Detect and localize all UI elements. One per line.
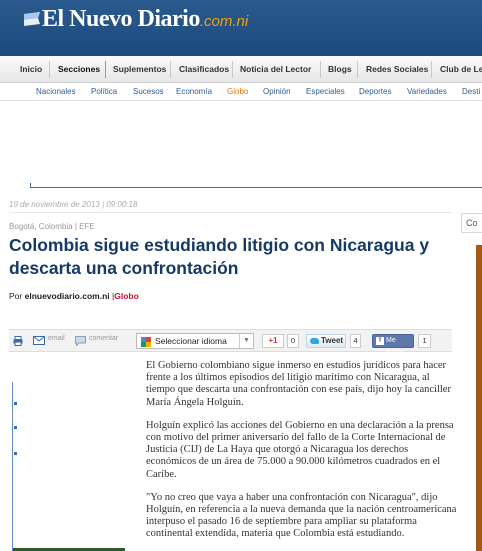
subnav-item-globo[interactable]: Globo [227, 87, 248, 96]
email-link[interactable]: email [48, 335, 65, 342]
article-image [12, 382, 125, 551]
article-dateline: Bogotá, Colombia | EFE [9, 222, 95, 231]
nav-item-blogs[interactable]: Blogs [328, 64, 352, 74]
nav-item-inicio[interactable]: Inicio [20, 64, 42, 74]
google-translate-icon [141, 337, 151, 347]
subnav-item-politica[interactable]: Política [91, 87, 117, 96]
tweet-count: 4 [350, 334, 361, 348]
subnav-item-opinion[interactable]: Opinión [263, 87, 291, 96]
article-body: El Gobierno colombiano sigue inmerso en … [146, 360, 458, 551]
like-count: 1 [418, 334, 431, 348]
site-logo[interactable]: El Nuevo Diario.com.ni [42, 6, 248, 33]
language-select[interactable]: Seleccionar idioma ▼ [136, 333, 254, 349]
ad-banner-frame [30, 183, 482, 188]
byline-prefix: Por [9, 291, 23, 301]
twitter-bird-icon [310, 338, 319, 344]
byline-section[interactable]: Globo [114, 291, 139, 301]
tweet-button[interactable]: Tweet [306, 334, 346, 348]
article-byline: Por elnuevodiario.com.ni |Globo [9, 291, 139, 301]
subnav-item-sucesos[interactable]: Sucesos [133, 87, 164, 96]
comment-link[interactable]: comentar [89, 335, 118, 342]
subnav-item-especiales[interactable]: Especiales [306, 87, 345, 96]
nav-item-clasificados[interactable]: Clasificados [179, 64, 229, 74]
article-paragraph: Holguín explicó las acciones del Gobiern… [146, 419, 454, 480]
chevron-down-icon: ▼ [239, 334, 253, 348]
article-paragraph: El Gobierno colombiano sigue inmerso en … [146, 360, 451, 408]
subnav-item-deportes[interactable]: Deportes [359, 87, 391, 96]
tweet-label: Tweet [321, 336, 344, 345]
article-title: Colombia sigue estudiando litigio con Ni… [9, 235, 430, 278]
image-marker [14, 402, 17, 405]
nav-divider [49, 61, 50, 78]
gplus-count: 0 [287, 334, 299, 348]
byline-author[interactable]: elnuevodiario.com.ni [25, 291, 110, 301]
flag-icon [24, 12, 40, 26]
nav-item-noticia-lector[interactable]: Noticia del Lector [240, 64, 311, 74]
main-nav: Inicio Secciones Suplementos Clasificado… [0, 56, 482, 83]
logo-domain: .com.ni [199, 13, 249, 30]
nav-item-club[interactable]: Club de Le [440, 64, 482, 74]
nav-divider [431, 61, 432, 78]
share-toolbar: email comentar Seleccionar idioma ▼ +1 0… [9, 329, 452, 356]
subnav-item-variedades[interactable]: Variedades [407, 87, 447, 96]
divider [9, 212, 452, 213]
subnav-item-nacionales[interactable]: Nacionales [36, 87, 76, 96]
logo-text: El Nuevo Diario [42, 6, 200, 32]
sub-nav: Nacionales Política Sucesos Economía Glo… [0, 83, 482, 101]
comment-icon[interactable] [75, 336, 86, 346]
site-header: El Nuevo Diario.com.ni [0, 0, 482, 56]
nav-item-secciones[interactable]: Secciones [58, 64, 100, 74]
language-select-label: Seleccionar idioma [155, 336, 227, 346]
right-sidebar-image [476, 245, 482, 551]
image-marker [14, 426, 17, 429]
nav-item-redes-sociales[interactable]: Redes Sociales [366, 64, 428, 74]
nav-divider [232, 61, 233, 78]
article-paragraph: "Yo no creo que vaya a haber una confron… [146, 491, 457, 540]
image-marker [14, 452, 17, 455]
nav-item-suplementos[interactable]: Suplementos [113, 64, 166, 74]
nav-divider [170, 61, 171, 78]
subnav-item-destinos[interactable]: Desti [462, 87, 480, 96]
subnav-item-economia[interactable]: Economía [176, 87, 212, 96]
print-icon[interactable] [13, 336, 23, 346]
email-icon[interactable] [33, 336, 45, 345]
article-date: 19 de noviembre de 2013 | 09:00:18 [9, 200, 138, 209]
gplus-button[interactable]: +1 [262, 334, 284, 348]
facebook-like-button[interactable]: f Me gusta [372, 334, 414, 356]
facebook-icon: f [376, 337, 384, 345]
right-tab[interactable]: Co [461, 213, 482, 233]
nav-divider [320, 61, 321, 78]
nav-divider [357, 61, 358, 78]
like-label: Me gusta [386, 337, 404, 356]
nav-divider [105, 61, 106, 78]
